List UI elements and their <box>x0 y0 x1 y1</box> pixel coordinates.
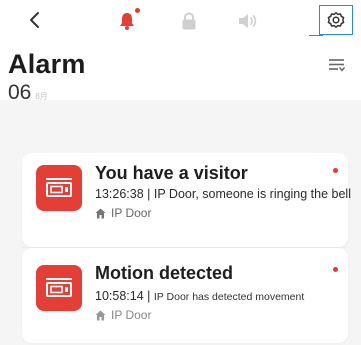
alarm-separator: | <box>143 289 154 303</box>
alarm-card[interactable]: You have a visitor 13:26:38 | IP Door, s… <box>22 153 351 247</box>
alarm-description: IP Door, someone is ringing the bell <box>153 187 351 201</box>
alarm-source-label: IP Door <box>111 206 152 220</box>
alarm-title: Motion detected <box>95 263 233 283</box>
gear-icon <box>327 12 345 28</box>
filter-list-icon <box>329 59 346 72</box>
speaker-icon <box>239 14 257 28</box>
date-day: 06 <box>8 81 32 104</box>
alarm-detail: 10:58:14 | IP Door has detected movement <box>95 289 304 303</box>
back-button[interactable] <box>24 4 44 36</box>
settings-indicator <box>309 35 323 36</box>
alarm-title: You have a visitor <box>95 163 248 183</box>
alarm-separator: | <box>143 187 154 201</box>
door-station-icon <box>36 165 82 211</box>
chevron-left-icon <box>30 12 39 28</box>
alarm-detail: 13:26:38 | IP Door, someone is ringing t… <box>95 187 351 201</box>
date-header: 06 8月 <box>8 80 48 106</box>
alarm-time: 13:26:38 <box>95 187 144 201</box>
home-icon <box>95 208 106 219</box>
settings-button[interactable] <box>319 5 353 35</box>
tab-speaker[interactable] <box>234 8 260 34</box>
door-station-icon <box>36 265 82 311</box>
alarm-source: IP Door <box>95 206 151 220</box>
filter-button[interactable] <box>327 55 347 75</box>
alarm-source-label: IP Door <box>111 308 152 322</box>
alarm-card[interactable]: Motion detected 10:58:14 | IP Door has d… <box>22 248 348 343</box>
alarm-description: IP Door has detected movement <box>153 291 305 303</box>
lock-icon <box>182 12 196 30</box>
alarm-time: 10:58:14 <box>95 289 144 303</box>
tab-lock[interactable] <box>176 8 202 34</box>
unread-dot <box>333 267 338 272</box>
notification-dot <box>135 8 140 13</box>
alarm-source: IP Door <box>95 308 151 322</box>
date-month: 8月 <box>35 92 48 101</box>
tab-alarm[interactable] <box>114 8 140 34</box>
bell-icon <box>120 13 134 30</box>
page-title: Alarm <box>8 49 86 79</box>
home-icon <box>95 310 106 321</box>
unread-dot <box>333 168 338 173</box>
